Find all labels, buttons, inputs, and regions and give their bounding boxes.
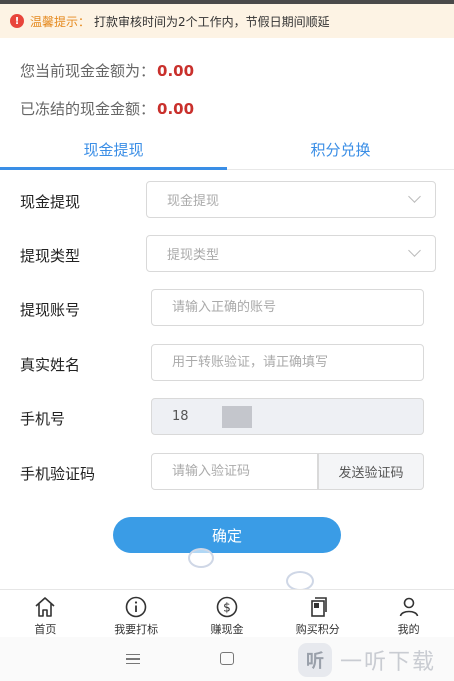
name-row: 真实姓名	[0, 344, 454, 384]
watermark-text: 一听下载	[340, 650, 437, 675]
nav-label-mine: 我的	[397, 623, 420, 636]
account-label: 提现账号	[20, 301, 81, 319]
nav-label-buy-points: 购买积分	[295, 623, 340, 636]
real-name-input[interactable]	[151, 344, 424, 381]
phone-mask	[222, 406, 252, 428]
nav-item-earn-cash[interactable]: $ 赚现金	[182, 590, 273, 637]
phone-label: 手机号	[20, 410, 66, 428]
account-row: 提现账号	[0, 289, 454, 329]
send-code-button[interactable]: 发送验证码	[318, 453, 424, 490]
nav-item-mine[interactable]: 我的	[363, 590, 454, 637]
nav-item-mark[interactable]: 我要打标	[91, 590, 182, 637]
code-label: 手机验证码	[20, 465, 96, 483]
withdraw-select-placeholder: 现金提现	[167, 194, 220, 209]
home-icon	[35, 597, 55, 617]
phone-row: 手机号	[0, 398, 454, 438]
verification-code-input[interactable]	[151, 453, 318, 490]
tab-bar: 现金提现 积分兑换	[0, 130, 454, 170]
chevron-down-icon	[408, 244, 421, 257]
nav-label-mark: 我要打标	[114, 623, 159, 636]
menu-icon[interactable]	[126, 654, 140, 664]
touch-indicator	[286, 571, 314, 591]
frozen-balance-label: 已冻结的现金金额：	[20, 100, 156, 118]
user-icon	[399, 597, 418, 617]
current-balance: 您当前现金金额为： 0.00	[20, 60, 194, 81]
type-row: 提现类型 提现类型	[0, 235, 454, 275]
touch-indicator	[188, 548, 214, 568]
withdraw-select[interactable]: 现金提现	[146, 181, 436, 218]
withdraw-row: 现金提现 现金提现	[0, 181, 454, 221]
watermark-logo-icon: 听	[298, 643, 332, 677]
bottom-nav: 首页 我要打标 $ 赚现金 购买积分 我的	[0, 589, 454, 637]
account-input[interactable]	[151, 289, 424, 326]
dollar-icon: $	[216, 596, 238, 618]
watermark: 听 一听下载	[298, 643, 436, 677]
nav-item-buy-points[interactable]: 购买积分	[272, 590, 363, 637]
notice-banner: ! 温馨提示： 打款审核时间为2个工作内，节假日期间顺延	[0, 4, 454, 38]
notice-text: 打款审核时间为2个工作内，节假日期间顺延	[94, 14, 330, 29]
confirm-button[interactable]: 确定	[113, 517, 341, 553]
type-select[interactable]: 提现类型	[146, 235, 436, 272]
notice-label: 温馨提示：	[30, 14, 91, 29]
frozen-balance: 已冻结的现金金额： 0.00	[20, 98, 194, 119]
withdraw-label: 现金提现	[20, 193, 81, 211]
type-label: 提现类型	[20, 247, 81, 265]
name-label: 真实姓名	[20, 356, 81, 374]
current-balance-value: 0.00	[157, 62, 195, 80]
nav-label-home: 首页	[34, 623, 57, 636]
tab-cash-withdraw[interactable]: 现金提现	[0, 130, 227, 170]
home-square-icon[interactable]	[220, 652, 234, 665]
info-icon	[125, 596, 147, 618]
code-row: 手机验证码 发送验证码	[0, 453, 454, 493]
document-icon	[310, 597, 327, 617]
svg-text:$: $	[223, 601, 231, 615]
current-balance-label: 您当前现金金额为：	[20, 62, 156, 80]
type-select-placeholder: 提现类型	[167, 248, 220, 263]
tab-points-exchange[interactable]: 积分兑换	[227, 130, 454, 169]
chevron-down-icon	[408, 190, 421, 203]
frozen-balance-value: 0.00	[157, 100, 195, 118]
nav-label-earn-cash: 赚现金	[210, 623, 244, 636]
warning-icon: !	[10, 14, 24, 28]
phone-input	[151, 398, 424, 435]
nav-item-home[interactable]: 首页	[0, 590, 91, 637]
